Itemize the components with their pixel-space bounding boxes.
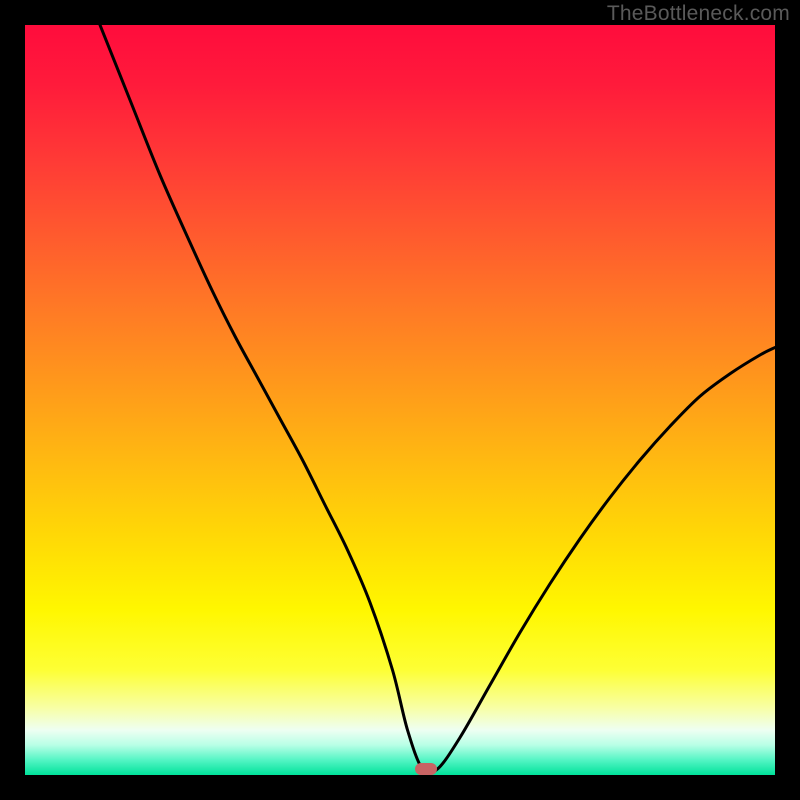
watermark-text: TheBottleneck.com bbox=[607, 2, 790, 26]
plot-area bbox=[25, 25, 775, 775]
bottleneck-curve bbox=[100, 25, 775, 773]
chart-frame: TheBottleneck.com bbox=[0, 0, 800, 800]
minimum-marker bbox=[415, 763, 437, 775]
curve-layer bbox=[25, 25, 775, 775]
